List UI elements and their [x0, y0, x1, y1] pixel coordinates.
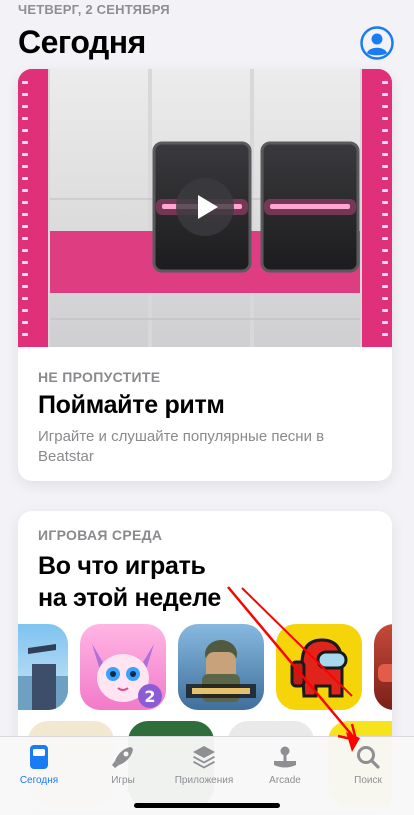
tab-label: Arcade [269, 775, 301, 786]
today-icon [30, 745, 48, 769]
card-eyebrow: НЕ ПРОПУСТИТЕ [38, 369, 161, 385]
tab-label: Приложения [174, 775, 234, 786]
beatstar-hero-video[interactable] [18, 69, 392, 347]
card-eyebrow: ИГРОВАЯ СРЕДА [38, 527, 163, 543]
card-title-line1: Во что играть [38, 552, 206, 580]
tab-search[interactable]: Поиск [323, 743, 413, 793]
tab-games[interactable]: Игры [78, 743, 168, 793]
search-icon [357, 746, 380, 769]
tab-label: Сегодня [19, 775, 59, 786]
card-title: Поймайте ритм [38, 391, 225, 419]
pubg-battlegrounds-icon[interactable] [178, 624, 264, 710]
tab-today[interactable]: Сегодня [0, 743, 84, 793]
rocket-icon [112, 747, 133, 768]
home-indicator [134, 803, 280, 808]
arcade-joystick-icon [274, 746, 296, 768]
tab-apps[interactable]: Приложения [159, 743, 249, 793]
svg-text:2: 2 [144, 687, 155, 706]
app-icon[interactable] [18, 624, 68, 710]
racing-app-icon[interactable] [374, 624, 392, 710]
page-title: Сегодня [18, 24, 146, 60]
card-title-line2: на этой неделе [38, 584, 221, 612]
app-icons-row: 2 [18, 624, 392, 714]
talking-angela-icon[interactable]: 2 [80, 624, 166, 710]
featured-card-beatstar[interactable]: НЕ ПРОПУСТИТЕ Поймайте ритм Играйте и сл… [18, 69, 392, 481]
card-description: Играйте и слушайте популярные песни в Be… [38, 428, 325, 465]
tab-label: Поиск [354, 775, 382, 786]
layers-icon [193, 746, 215, 769]
tab-arcade[interactable]: Arcade [240, 743, 330, 793]
account-button[interactable] [360, 26, 394, 60]
play-icon[interactable] [176, 178, 234, 236]
tab-label: Игры [111, 775, 135, 786]
among-us-icon[interactable] [276, 624, 362, 710]
header-date: ЧЕТВЕРГ, 2 СЕНТЯБРЯ [18, 2, 170, 17]
account-icon [360, 26, 394, 60]
